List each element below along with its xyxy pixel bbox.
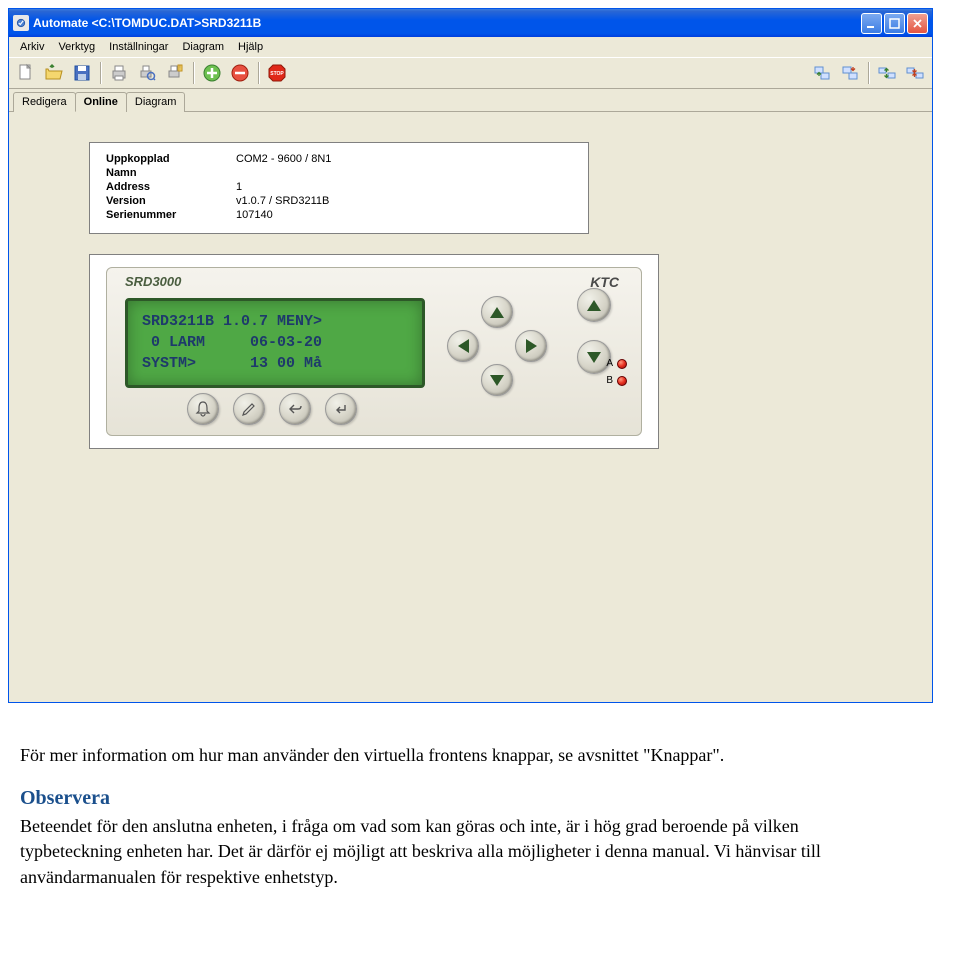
arrow-up-icon bbox=[587, 300, 601, 311]
led-a-icon bbox=[617, 359, 627, 369]
dpad-right-button[interactable] bbox=[515, 330, 547, 362]
menu-diagram[interactable]: Diagram bbox=[175, 39, 231, 55]
info-label-namn: Namn bbox=[106, 167, 236, 179]
window-title: Automate <C:\TOMDUC.DAT>SRD3211B bbox=[33, 16, 861, 30]
sync-upload-button[interactable] bbox=[874, 60, 900, 86]
connection-info-panel: UppkoppladCOM2 - 9600 / 8N1 Namn Address… bbox=[89, 142, 589, 234]
print-alert-button[interactable]: ! bbox=[162, 60, 188, 86]
arrow-right-icon bbox=[526, 339, 537, 353]
sync-download-button[interactable] bbox=[902, 60, 928, 86]
workarea: UppkoppladCOM2 - 9600 / 8N1 Namn Address… bbox=[9, 112, 932, 702]
tab-diagram[interactable]: Diagram bbox=[126, 92, 186, 112]
info-value-version: v1.0.7 / SRD3211B bbox=[236, 195, 329, 207]
lcd-line-2: 0 LARM 06-03-20 bbox=[142, 332, 408, 353]
dpad-left-button[interactable] bbox=[447, 330, 479, 362]
info-value-uppkopplad: COM2 - 9600 / 8N1 bbox=[236, 153, 331, 165]
scroll-up-button[interactable] bbox=[577, 288, 611, 322]
maximize-button[interactable] bbox=[884, 13, 905, 34]
save-button[interactable] bbox=[69, 60, 95, 86]
info-value-address: 1 bbox=[236, 181, 242, 193]
app-window: Automate <C:\TOMDUC.DAT>SRD3211B Arkiv V… bbox=[8, 8, 933, 703]
arrow-down-icon bbox=[490, 375, 504, 386]
print-preview-button[interactable] bbox=[134, 60, 160, 86]
lcd-screen: SRD3211B 1.0.7 MENY> 0 LARM 06-03-20 SYS… bbox=[125, 298, 425, 388]
device-model-label: SRD3000 bbox=[125, 274, 181, 289]
close-button[interactable] bbox=[907, 13, 928, 34]
tab-online[interactable]: Online bbox=[75, 92, 127, 112]
led-b-icon bbox=[617, 376, 627, 386]
info-label-uppkopplad: Uppkopplad bbox=[106, 153, 236, 165]
led-a-label: A bbox=[606, 358, 613, 369]
open-file-button[interactable] bbox=[41, 60, 67, 86]
minimize-button[interactable] bbox=[861, 13, 882, 34]
enter-button[interactable] bbox=[325, 393, 357, 425]
lcd-line-1: SRD3211B 1.0.7 MENY> bbox=[142, 311, 408, 332]
bell-icon bbox=[194, 400, 212, 418]
arrow-up-icon bbox=[490, 307, 504, 318]
info-value-serienummer: 107140 bbox=[236, 209, 273, 221]
alarm-button[interactable] bbox=[187, 393, 219, 425]
menubar: Arkiv Verktyg Inställningar Diagram Hjäl… bbox=[9, 37, 932, 57]
dpad-down-button[interactable] bbox=[481, 364, 513, 396]
virtual-device-panel: SRD3000 KTC SRD3211B 1.0.7 MENY> 0 LARM … bbox=[89, 254, 659, 449]
new-file-button[interactable] bbox=[13, 60, 39, 86]
app-icon bbox=[13, 15, 29, 31]
remove-button[interactable] bbox=[227, 60, 253, 86]
menu-arkiv[interactable]: Arkiv bbox=[13, 39, 51, 55]
arrow-down-icon bbox=[587, 352, 601, 363]
download-button[interactable] bbox=[837, 60, 863, 86]
upload-button[interactable] bbox=[809, 60, 835, 86]
enter-arrow-icon bbox=[332, 400, 350, 418]
dpad bbox=[447, 296, 547, 396]
doc-paragraph-2: Beteendet för den anslutna enheten, i fr… bbox=[20, 814, 900, 890]
back-button[interactable] bbox=[279, 393, 311, 425]
titlebar[interactable]: Automate <C:\TOMDUC.DAT>SRD3211B bbox=[9, 9, 932, 37]
led-b-label: B bbox=[606, 375, 613, 386]
led-panel: A B bbox=[606, 358, 627, 386]
edit-button[interactable] bbox=[233, 393, 265, 425]
info-label-serienummer: Serienummer bbox=[106, 209, 236, 221]
document-text: För mer information om hur man använder … bbox=[20, 743, 900, 890]
doc-paragraph-1: För mer information om hur man använder … bbox=[20, 743, 900, 768]
stop-button[interactable]: STOP bbox=[264, 60, 290, 86]
add-button[interactable] bbox=[199, 60, 225, 86]
arrow-left-icon bbox=[458, 339, 469, 353]
info-label-version: Version bbox=[106, 195, 236, 207]
pencil-icon bbox=[240, 400, 258, 418]
lcd-line-3: SYSTM> 13 00 Må bbox=[142, 353, 408, 374]
dpad-up-button[interactable] bbox=[481, 296, 513, 328]
back-arrow-icon bbox=[286, 400, 304, 418]
info-label-address: Address bbox=[106, 181, 236, 193]
menu-installningar[interactable]: Inställningar bbox=[102, 39, 175, 55]
svg-text:STOP: STOP bbox=[270, 71, 284, 77]
print-button[interactable] bbox=[106, 60, 132, 86]
tabstrip: Redigera Online Diagram bbox=[9, 89, 932, 112]
menu-verktyg[interactable]: Verktyg bbox=[51, 39, 102, 55]
tab-redigera[interactable]: Redigera bbox=[13, 92, 76, 112]
menu-hjalp[interactable]: Hjälp bbox=[231, 39, 270, 55]
toolbar: ! STOP bbox=[9, 57, 932, 89]
doc-heading-observera: Observera bbox=[20, 784, 900, 812]
